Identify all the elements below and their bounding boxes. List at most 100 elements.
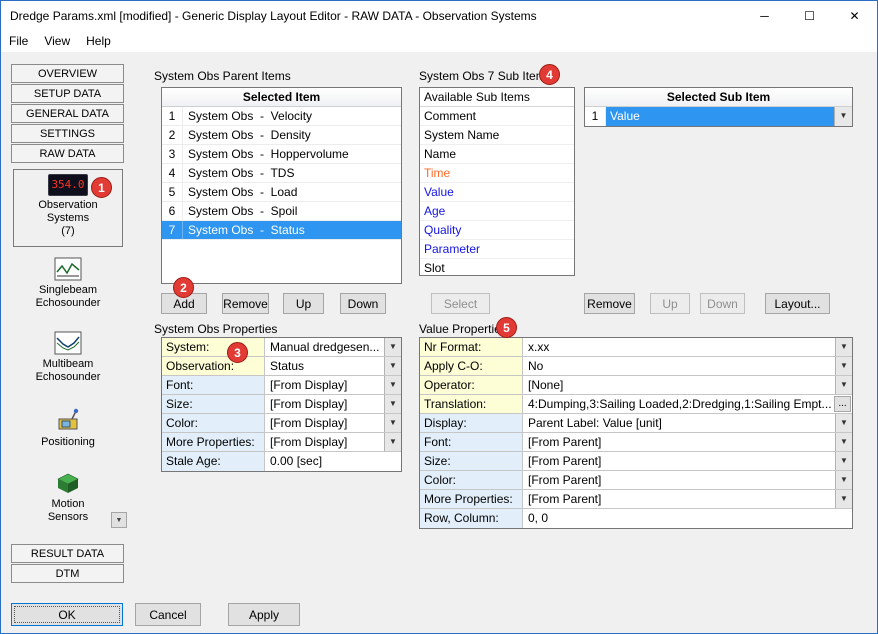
property-value[interactable]: 0.00 [sec] (265, 452, 401, 471)
list-item[interactable]: Parameter (420, 240, 574, 259)
table-row[interactable]: 6System Obs - Spoil (162, 202, 401, 221)
ok-button[interactable]: OK (11, 603, 123, 626)
system-obs-properties-label: System Obs Properties (154, 322, 277, 336)
sidebar-item-label: Multibeam Echosounder (36, 358, 101, 384)
dropdown-arrow-icon[interactable]: ▼ (384, 376, 401, 394)
menu-help[interactable]: Help (78, 31, 119, 52)
close-button[interactable]: ✕ (832, 1, 877, 31)
sidebar-item-general-data[interactable]: GENERAL DATA (11, 104, 124, 123)
list-item[interactable]: Quality (420, 221, 574, 240)
down-button[interactable]: Down (340, 293, 386, 314)
menu-file[interactable]: File (1, 31, 36, 52)
property-row: Nr Format:x.xx▼ (420, 338, 852, 357)
select-button[interactable]: Select (431, 293, 490, 314)
list-item[interactable]: Age (420, 202, 574, 221)
window-title: Dredge Params.xml [modified] - Generic D… (1, 9, 537, 23)
property-label: More Properties: (420, 490, 523, 508)
dropdown-arrow-icon[interactable]: ▼ (835, 414, 852, 432)
property-value[interactable]: [From Display] (265, 395, 384, 413)
table-row-selected[interactable]: 1 Value ▼ (585, 107, 852, 126)
maximize-icon: ☐ (804, 9, 815, 23)
sidebar-item-multibeam-echosounder[interactable]: Multibeam Echosounder (13, 327, 123, 391)
remove-button[interactable]: Remove (222, 293, 269, 314)
property-label: Stale Age: (162, 452, 265, 471)
row-number: 4 (162, 164, 183, 182)
table-row[interactable]: 1System Obs - Velocity (162, 107, 401, 126)
dropdown-arrow-icon[interactable]: ▼ (384, 338, 401, 356)
sub-up-button[interactable]: Up (650, 293, 690, 314)
property-row: Stale Age:0.00 [sec] (162, 452, 401, 471)
dropdown-arrow-icon[interactable]: ▼ (834, 107, 852, 126)
menu-view[interactable]: View (36, 31, 78, 52)
property-value[interactable]: 0, 0 (523, 509, 852, 528)
close-icon: ✕ (849, 9, 859, 23)
property-value[interactable]: [From Parent] (523, 452, 835, 470)
property-value[interactable]: [From Parent] (523, 471, 835, 489)
list-item[interactable]: Slot (420, 259, 574, 276)
sidebar-item-settings[interactable]: SETTINGS (11, 124, 124, 143)
list-item[interactable]: Name (420, 145, 574, 164)
list-item[interactable]: System Name (420, 126, 574, 145)
row-text: System Obs - TDS (183, 164, 401, 182)
parent-items-table: Selected Item 1System Obs - Velocity 2Sy… (161, 87, 402, 284)
sub-remove-button[interactable]: Remove (584, 293, 635, 314)
sidebar-item-overview[interactable]: OVERVIEW (11, 64, 124, 83)
apply-button[interactable]: Apply (228, 603, 300, 626)
sidebar-item-setup-data[interactable]: SETUP DATA (11, 84, 124, 103)
dropdown-arrow-icon[interactable]: ▼ (384, 433, 401, 451)
property-value[interactable]: [From Parent] (523, 433, 835, 451)
property-value[interactable]: 4:Dumping,3:Sailing Loaded,2:Dredging,1:… (523, 395, 833, 413)
dropdown-arrow-icon[interactable]: ▼ (835, 357, 852, 375)
property-value[interactable]: Parent Label: Value [unit] (523, 414, 835, 432)
property-value[interactable]: [From Parent] (523, 490, 835, 508)
property-value[interactable]: [From Display] (265, 433, 384, 451)
dropdown-arrow-icon[interactable]: ▼ (384, 414, 401, 432)
singlebeam-echosounder-icon (54, 257, 82, 281)
cancel-button[interactable]: Cancel (135, 603, 201, 626)
dropdown-arrow-icon[interactable]: ▼ (835, 376, 852, 394)
sidebar-item-raw-data[interactable]: RAW DATA (11, 144, 124, 163)
sidebar-item-result-data[interactable]: RESULT DATA (11, 544, 124, 563)
property-value[interactable]: [None] (523, 376, 835, 394)
property-value[interactable]: [From Display] (265, 376, 384, 394)
value-properties-table: Nr Format:x.xx▼ Apply C-O:No▼ Operator:[… (419, 337, 853, 529)
property-label: Observation: (162, 357, 265, 375)
dropdown-arrow-icon[interactable]: ▼ (835, 338, 852, 356)
up-button[interactable]: Up (283, 293, 324, 314)
sidebar-item-positioning[interactable]: Positioning (13, 403, 123, 459)
list-item[interactable]: Time (420, 164, 574, 183)
dropdown-arrow-icon[interactable]: ▼ (384, 357, 401, 375)
property-value[interactable]: x.xx (523, 338, 835, 356)
dropdown-arrow-icon[interactable]: ▼ (835, 490, 852, 508)
dropdown-arrow-icon[interactable]: ▼ (835, 433, 852, 451)
list-item[interactable]: Comment (420, 107, 574, 126)
list-item[interactable]: Value (420, 183, 574, 202)
selected-sub-item-table: Selected Sub Item 1 Value ▼ (584, 87, 853, 127)
table-row-selected[interactable]: 7System Obs - Status (162, 221, 401, 240)
ellipsis-button[interactable]: ... (834, 396, 851, 412)
property-value[interactable]: [From Display] (265, 414, 384, 432)
minimize-button[interactable]: ─ (742, 1, 787, 31)
available-sub-items-list: Available Sub Items Comment System Name … (419, 87, 575, 276)
property-label: Size: (420, 452, 523, 470)
dropdown-arrow-icon[interactable]: ▼ (835, 471, 852, 489)
sidebar-scroll-down-button[interactable]: ▼ (111, 512, 127, 528)
dropdown-arrow-icon[interactable]: ▼ (384, 395, 401, 413)
table-row[interactable]: 3System Obs - Hoppervolume (162, 145, 401, 164)
property-value[interactable]: Status (265, 357, 384, 375)
table-row[interactable]: 5System Obs - Load (162, 183, 401, 202)
layout-button[interactable]: Layout... (765, 293, 830, 314)
property-row: Color:[From Parent]▼ (420, 471, 852, 490)
property-value[interactable]: No (523, 357, 835, 375)
property-label: Operator: (420, 376, 523, 394)
table-row[interactable]: 4System Obs - TDS (162, 164, 401, 183)
sidebar-item-motion-sensors[interactable]: Motion Sensors (13, 467, 123, 529)
table-row[interactable]: 2System Obs - Density (162, 126, 401, 145)
sidebar-item-singlebeam-echosounder[interactable]: Singlebeam Echosounder (13, 253, 123, 317)
sidebar-item-dtm[interactable]: DTM (11, 564, 124, 583)
selected-sub-item-header: Selected Sub Item (585, 88, 852, 107)
sub-down-button[interactable]: Down (700, 293, 745, 314)
dropdown-arrow-icon[interactable]: ▼ (835, 452, 852, 470)
maximize-button[interactable]: ☐ (787, 1, 832, 31)
property-value[interactable]: Manual dredgesen... (265, 338, 384, 356)
